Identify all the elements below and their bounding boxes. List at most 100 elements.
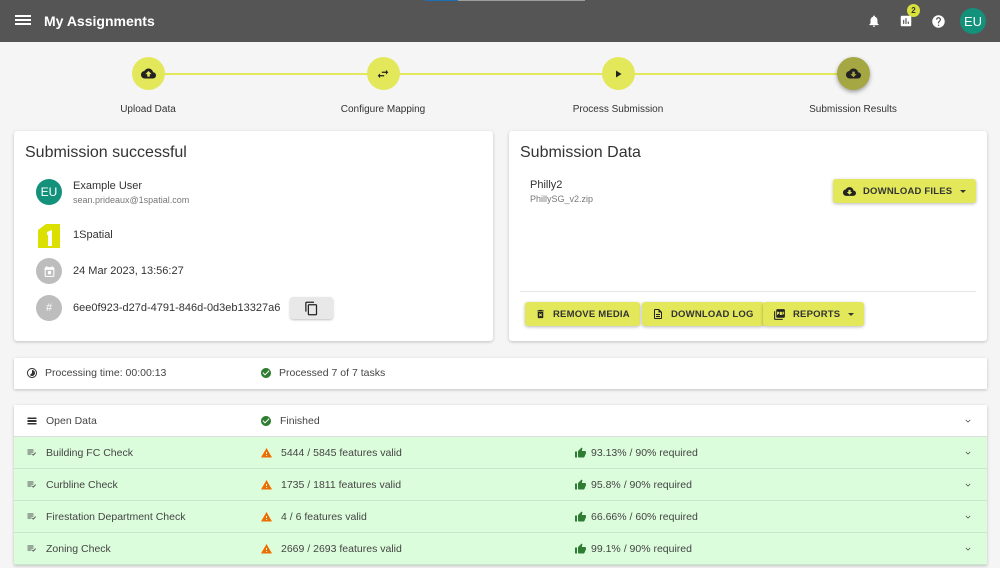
task-status: 2669 / 2693 features valid	[281, 543, 402, 555]
reports-label: REPORTS	[793, 308, 841, 320]
task-list: Open Data Finished Building FC Check 544…	[14, 405, 987, 565]
step-circle[interactable]	[601, 57, 635, 90]
checklist-icon	[27, 513, 36, 520]
bell-icon	[869, 15, 879, 27]
expand-chevron-icon[interactable]	[963, 544, 973, 554]
pdf-report-icon	[774, 308, 785, 320]
submission-card: Submission successful EU Example User se…	[14, 131, 493, 341]
task-status: Finished	[280, 415, 320, 427]
step-submission-results[interactable]: Submission Results	[793, 57, 913, 115]
swap-icon	[377, 69, 389, 78]
processing-time-text: Processing time: 00:00:13	[45, 367, 167, 379]
warning-icon	[261, 448, 272, 458]
dataset-file: PhillySG_v2.zip	[530, 194, 594, 204]
organisation-row: 1Spatial	[36, 222, 113, 248]
timestamp-row: 24 Mar 2023, 13:56:27	[36, 258, 184, 284]
page-title: My Assignments	[44, 13, 155, 29]
stepper: Upload Data Configure Mapping Process Su…	[0, 56, 1000, 118]
submission-title: Submission successful	[25, 144, 187, 161]
help-button[interactable]	[924, 7, 952, 35]
step-circle[interactable]	[131, 57, 165, 90]
user-avatar[interactable]: EU	[960, 8, 986, 34]
reports-indicator-button[interactable]: 2	[892, 4, 920, 35]
warning-icon	[261, 544, 272, 554]
processed-tasks-text: Processed 7 of 7 tasks	[279, 367, 386, 379]
timelapse-icon	[27, 368, 37, 378]
remove-media-button[interactable]: REMOVE MEDIA	[525, 302, 640, 326]
caret-down-icon	[960, 189, 967, 193]
download-files-label: DOWNLOAD FILES	[863, 185, 953, 197]
expand-chevron-icon[interactable]	[963, 480, 973, 490]
download-log-label: DOWNLOAD LOG	[671, 308, 754, 320]
thumbs-up-icon	[575, 447, 586, 458]
task-name: Building FC Check	[46, 447, 133, 459]
expand-chevron-icon[interactable]	[963, 512, 973, 522]
document-icon	[654, 309, 662, 319]
step-upload-data[interactable]: Upload Data	[88, 57, 208, 115]
checklist-icon	[27, 481, 36, 488]
cloud-download-icon	[845, 68, 861, 79]
step-label: Process Submission	[572, 104, 664, 115]
submission-id: 6ee0f923-d27d-4791-846d-0d3eb13327a6	[73, 302, 281, 314]
task-result: 66.66% / 60% required	[591, 511, 698, 523]
reports-button[interactable]: REPORTS	[763, 302, 865, 326]
organisation-logo-icon	[38, 224, 60, 248]
checklist-icon	[27, 545, 36, 552]
task-row-firestation-department-check[interactable]: Firestation Department Check 4 / 6 featu…	[14, 501, 987, 533]
remove-media-label: REMOVE MEDIA	[553, 308, 630, 320]
thumbs-up-icon	[575, 511, 586, 522]
processing-time: Processing time: 00:00:13	[26, 367, 166, 379]
app-bar: My Assignments 2 EU	[0, 0, 1000, 42]
caret-down-icon	[848, 312, 855, 316]
task-status: 5444 / 5845 features valid	[281, 447, 402, 459]
copy-icon	[305, 301, 318, 315]
submission-data-title: Submission Data	[520, 144, 641, 161]
calendar-icon	[36, 258, 62, 284]
thumbs-up-icon	[575, 543, 586, 554]
notifications-button[interactable]	[860, 7, 888, 35]
warning-icon	[261, 512, 272, 522]
list-icon	[27, 417, 37, 425]
task-row-building-fc-check[interactable]: Building FC Check 5444 / 5845 features v…	[14, 437, 987, 469]
download-log-button[interactable]: DOWNLOAD LOG	[642, 302, 764, 326]
help-icon	[931, 14, 945, 28]
checklist-icon	[27, 449, 36, 456]
menu-icon[interactable]	[15, 13, 31, 29]
copy-id-button[interactable]	[290, 297, 334, 319]
step-circle[interactable]	[836, 57, 870, 90]
task-status: 1735 / 1811 features valid	[281, 479, 402, 491]
step-label: Upload Data	[120, 104, 176, 115]
processed-tasks: Processed 7 of 7 tasks	[260, 367, 385, 379]
play-icon	[616, 70, 622, 77]
stepper-line	[150, 73, 853, 75]
user-email: sean.prideaux@1spatial.com	[73, 194, 190, 205]
task-name: Open Data	[46, 415, 97, 427]
task-row-curbline-check[interactable]: Curbline Check 1735 / 1811 features vali…	[14, 469, 987, 501]
cloud-upload-icon	[140, 68, 156, 79]
step-circle[interactable]	[366, 57, 400, 90]
hash-icon: #	[36, 295, 62, 321]
task-result: 99.1% / 90% required	[591, 543, 692, 555]
step-configure-mapping[interactable]: Configure Mapping	[323, 57, 443, 115]
notification-badge: 2	[907, 4, 920, 17]
thumbs-up-icon	[575, 479, 586, 490]
expand-chevron-icon[interactable]	[963, 416, 973, 426]
task-result: 95.8% / 90% required	[591, 479, 692, 491]
task-row-open-data[interactable]: Open Data Finished	[14, 405, 987, 437]
task-name: Curbline Check	[46, 479, 118, 491]
warning-icon	[261, 480, 272, 490]
task-name: Zoning Check	[46, 543, 111, 555]
divider	[520, 291, 976, 292]
user-row: EU Example User sean.prideaux@1spatial.c…	[36, 179, 189, 205]
dataset-name: Philly2	[530, 179, 563, 191]
step-process-submission[interactable]: Process Submission	[558, 57, 678, 115]
expand-chevron-icon[interactable]	[963, 448, 973, 458]
cloud-download-icon	[843, 186, 856, 196]
download-files-button[interactable]: DOWNLOAD FILES	[833, 179, 977, 203]
task-row-zoning-check[interactable]: Zoning Check 2669 / 2693 features valid …	[14, 533, 987, 565]
submission-id-row: # 6ee0f923-d27d-4791-846d-0d3eb13327a6	[36, 295, 334, 321]
check-circle-icon	[261, 416, 271, 426]
delete-icon	[537, 309, 544, 319]
task-status: 4 / 6 features valid	[281, 511, 367, 523]
check-circle-icon	[261, 368, 271, 378]
